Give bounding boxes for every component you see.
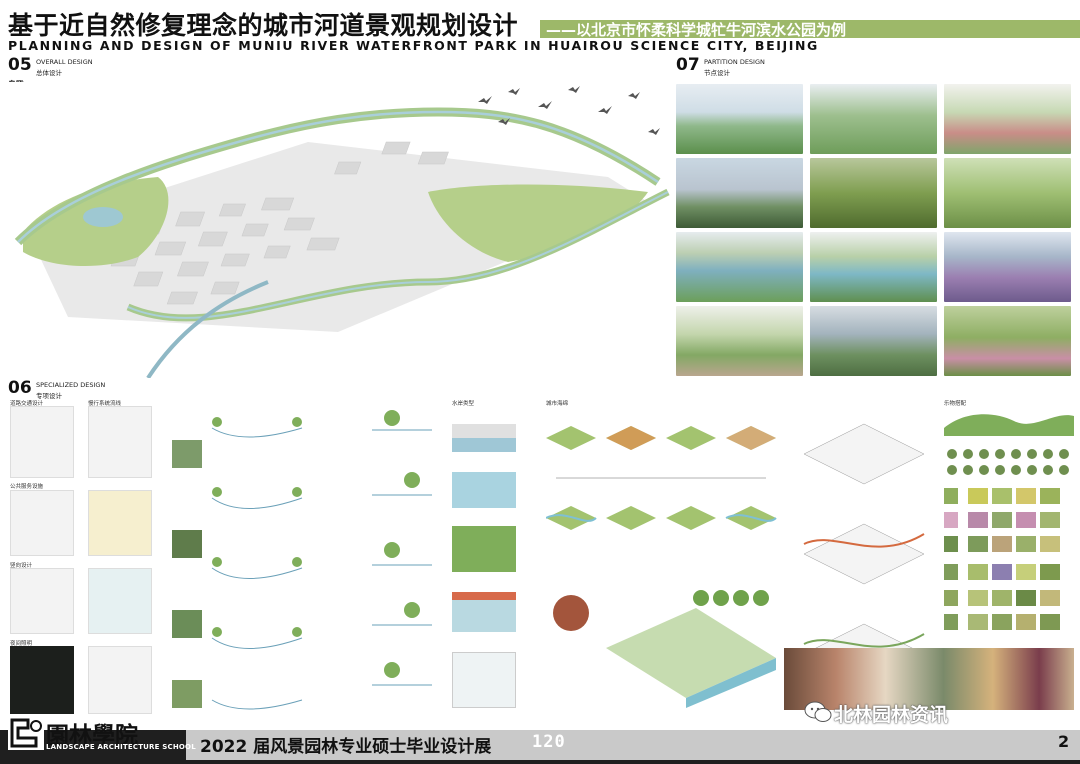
panel-label-water: 水岸类型 (452, 401, 475, 407)
section-05-number: 05 (8, 55, 32, 75)
page-title-english: Planning and Design of Muniu River Water… (8, 38, 819, 53)
night-lighting-thumb (10, 646, 74, 714)
river-section-drawings (172, 417, 303, 710)
plan-thumb-4 (88, 490, 152, 556)
photo-node-11 (810, 306, 937, 376)
photo-node-8 (810, 232, 937, 302)
page-title: 基于近自然修复理念的城市河道景观规划设计 (8, 11, 519, 40)
wechat-icon (804, 701, 832, 722)
plan-thumb-1 (10, 406, 74, 478)
aerial-view-image (8, 82, 670, 378)
water-type-1 (452, 424, 516, 452)
photo-node-9 (944, 232, 1071, 302)
water-type-4 (452, 592, 516, 632)
school-logo-english: LANDSCAPE ARCHITECTURE SCHOOL (46, 743, 196, 751)
photo-node-7 (676, 232, 803, 302)
plan-thumb-7 (88, 646, 152, 714)
school-logo-icon (8, 716, 44, 750)
section-06-title-en: SPECIALIZED DESIGN (36, 381, 106, 389)
page-subtitle: ——以北京市怀柔科学城牤牛河滨水公园为例 (546, 21, 847, 39)
section-07-number: 07 (676, 55, 700, 75)
page-number: 2 (1058, 732, 1070, 751)
bank-type-drawings (372, 410, 432, 686)
exhibition-number: 120 (532, 732, 566, 752)
water-type-3 (452, 526, 516, 572)
photo-node-3 (944, 84, 1071, 154)
exhibition-title: 2022 届风景园林专业硕士毕业设计展 (200, 737, 492, 757)
section-07-title-cn: 节点设计 (704, 69, 730, 77)
section-05-title-cn: 总体设计 (36, 69, 62, 77)
panel-label-public: 公共服务设施 (10, 484, 44, 490)
photo-node-1 (676, 84, 803, 154)
water-type-5 (452, 652, 516, 708)
plan-thumb-2 (88, 406, 152, 478)
water-type-2 (452, 472, 516, 508)
section-05-title-en: OVERALL DESIGN (36, 58, 93, 66)
photo-node-4 (676, 158, 803, 228)
section-07-title-en: PARTITION DESIGN (704, 58, 765, 66)
plan-thumb-5 (10, 568, 74, 634)
photo-node-5 (810, 158, 937, 228)
panel-label-sponge: 城市海绵 (546, 401, 569, 407)
plan-thumb-3 (10, 490, 74, 556)
photo-node-6 (944, 158, 1071, 228)
sponge-city-diagrams (546, 426, 777, 708)
plan-thumb-6 (88, 568, 152, 634)
plant-palette (944, 414, 1074, 630)
photo-node-2 (810, 84, 937, 154)
photo-node-10 (676, 306, 803, 376)
watermark-text: 北林园林资讯 (834, 704, 949, 726)
photo-node-12 (944, 306, 1071, 376)
section-06-number: 06 (8, 378, 32, 398)
